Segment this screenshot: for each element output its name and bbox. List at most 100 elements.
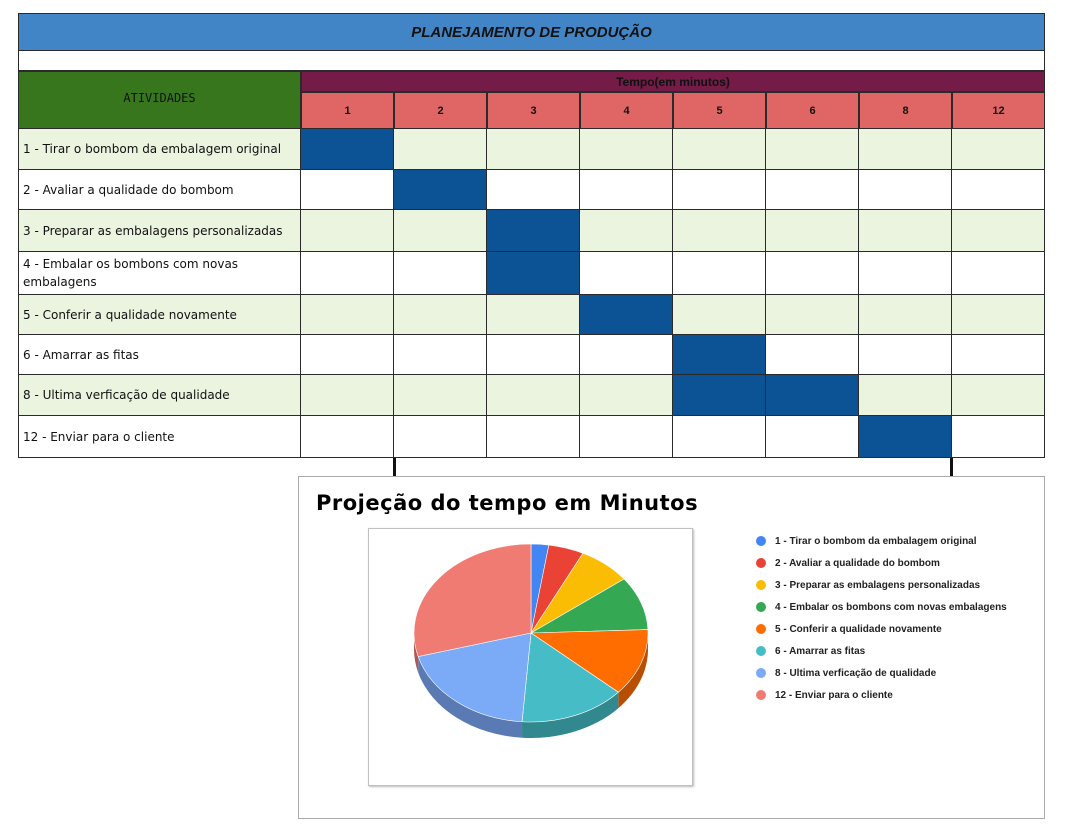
- legend-item: 6 - Amarrar as fitas: [756, 640, 1007, 662]
- schedule-cell: [859, 295, 952, 335]
- time-column-header: 1: [301, 92, 394, 129]
- schedule-cell: [859, 252, 952, 295]
- schedule-cell: [952, 416, 1045, 458]
- time-column-header: 8: [859, 92, 952, 129]
- schedule-cell: [301, 416, 394, 458]
- schedule-cell: [766, 210, 859, 252]
- schedule-cell: [301, 170, 394, 210]
- schedule-cell: [487, 129, 580, 170]
- schedule-cell: [952, 252, 1045, 295]
- pie-chart: [413, 543, 649, 738]
- legend-label: 1 - Tirar o bombom da embalagem original: [775, 535, 977, 547]
- schedule-cell-filled: [673, 335, 766, 375]
- time-column-header: 6: [766, 92, 859, 129]
- schedule-cell: [673, 416, 766, 458]
- schedule-cell-filled: [673, 375, 766, 416]
- legend-label: 3 - Preparar as embalagens personalizada…: [775, 579, 981, 591]
- legend-label: 8 - Ultima verficação de qualidade: [775, 667, 937, 679]
- schedule-cell: [859, 129, 952, 170]
- schedule-cell-filled: [301, 129, 394, 170]
- schedule-cell: [952, 335, 1045, 375]
- schedule-cell: [394, 252, 487, 295]
- activity-label: 6 - Amarrar as fitas: [18, 335, 301, 375]
- schedule-cell: [673, 170, 766, 210]
- legend-label: 12 - Enviar para o cliente: [775, 689, 893, 701]
- legend-label: 6 - Amarrar as fitas: [775, 645, 866, 657]
- schedule-cell: [487, 335, 580, 375]
- activity-label: 2 - Avaliar a qualidade do bombom: [18, 170, 301, 210]
- connector-tick-right: [950, 458, 953, 476]
- schedule-cell: [766, 170, 859, 210]
- table-title: PLANEJAMENTO DE PRODUÇÃO: [18, 13, 1045, 51]
- schedule-cell-filled: [487, 210, 580, 252]
- schedule-cell-filled: [394, 170, 487, 210]
- schedule-cell: [766, 295, 859, 335]
- schedule-cell: [580, 210, 673, 252]
- legend-swatch: [756, 690, 766, 700]
- schedule-cell: [580, 375, 673, 416]
- legend-label: 2 - Avaliar a qualidade do bombom: [775, 557, 940, 569]
- activity-label: 5 - Conferir a qualidade novamente: [18, 295, 301, 335]
- activity-label: 3 - Preparar as embalagens personalizada…: [18, 210, 301, 252]
- time-column-header: 4: [580, 92, 673, 129]
- schedule-cell: [952, 210, 1045, 252]
- legend-swatch: [756, 624, 766, 634]
- time-column-header: 5: [673, 92, 766, 129]
- legend-item: 2 - Avaliar a qualidade do bombom: [756, 552, 1007, 574]
- schedule-cell: [394, 335, 487, 375]
- schedule-cell: [301, 295, 394, 335]
- legend-swatch: [756, 602, 766, 612]
- blank-row: [18, 51, 1045, 71]
- legend-item: 3 - Preparar as embalagens personalizada…: [756, 574, 1007, 596]
- schedule-cell-filled: [487, 252, 580, 295]
- schedule-cell: [580, 335, 673, 375]
- time-column-header: 2: [394, 92, 487, 129]
- legend-swatch: [756, 536, 766, 546]
- schedule-cell: [673, 295, 766, 335]
- legend-swatch: [756, 668, 766, 678]
- schedule-cell: [394, 295, 487, 335]
- schedule-cell: [580, 252, 673, 295]
- schedule-cell: [580, 170, 673, 210]
- schedule-cell: [394, 129, 487, 170]
- schedule-cell: [487, 295, 580, 335]
- schedule-cell: [487, 375, 580, 416]
- legend-label: 4 - Embalar os bombons com novas embalag…: [775, 601, 1007, 613]
- schedule-cell: [487, 416, 580, 458]
- activities-header: ATIVIDADES: [18, 71, 301, 129]
- schedule-cell: [766, 129, 859, 170]
- chart-title: Projeção do tempo em Minutos: [316, 491, 699, 515]
- schedule-cell: [766, 416, 859, 458]
- schedule-cell: [952, 295, 1045, 335]
- schedule-cell: [673, 210, 766, 252]
- schedule-cell: [859, 170, 952, 210]
- schedule-cell: [394, 375, 487, 416]
- schedule-cell: [394, 416, 487, 458]
- schedule-cell: [859, 210, 952, 252]
- schedule-cell: [952, 129, 1045, 170]
- activity-label: 1 - Tirar o bombom da embalagem original: [18, 129, 301, 170]
- chart-legend: 1 - Tirar o bombom da embalagem original…: [756, 530, 1007, 706]
- activity-label: 12 - Enviar para o cliente: [18, 416, 301, 458]
- legend-item: 4 - Embalar os bombons com novas embalag…: [756, 596, 1007, 618]
- schedule-cell: [859, 335, 952, 375]
- pie-plot-area: [368, 528, 693, 786]
- connector-tick-left: [393, 458, 396, 476]
- activity-label: 8 - Ultima verficação de qualidade: [18, 375, 301, 416]
- schedule-cell: [394, 210, 487, 252]
- schedule-cell: [301, 335, 394, 375]
- schedule-cell: [859, 375, 952, 416]
- legend-swatch: [756, 646, 766, 656]
- schedule-cell: [766, 335, 859, 375]
- schedule-cell: [952, 375, 1045, 416]
- schedule-cell: [673, 252, 766, 295]
- time-column-header: 12: [952, 92, 1045, 129]
- schedule-cell: [301, 375, 394, 416]
- schedule-cell: [580, 416, 673, 458]
- legend-label: 5 - Conferir a qualidade novamente: [775, 623, 942, 635]
- schedule-cell-filled: [766, 375, 859, 416]
- schedule-cell: [673, 129, 766, 170]
- schedule-cell: [487, 170, 580, 210]
- schedule-cell: [301, 210, 394, 252]
- legend-item: 5 - Conferir a qualidade novamente: [756, 618, 1007, 640]
